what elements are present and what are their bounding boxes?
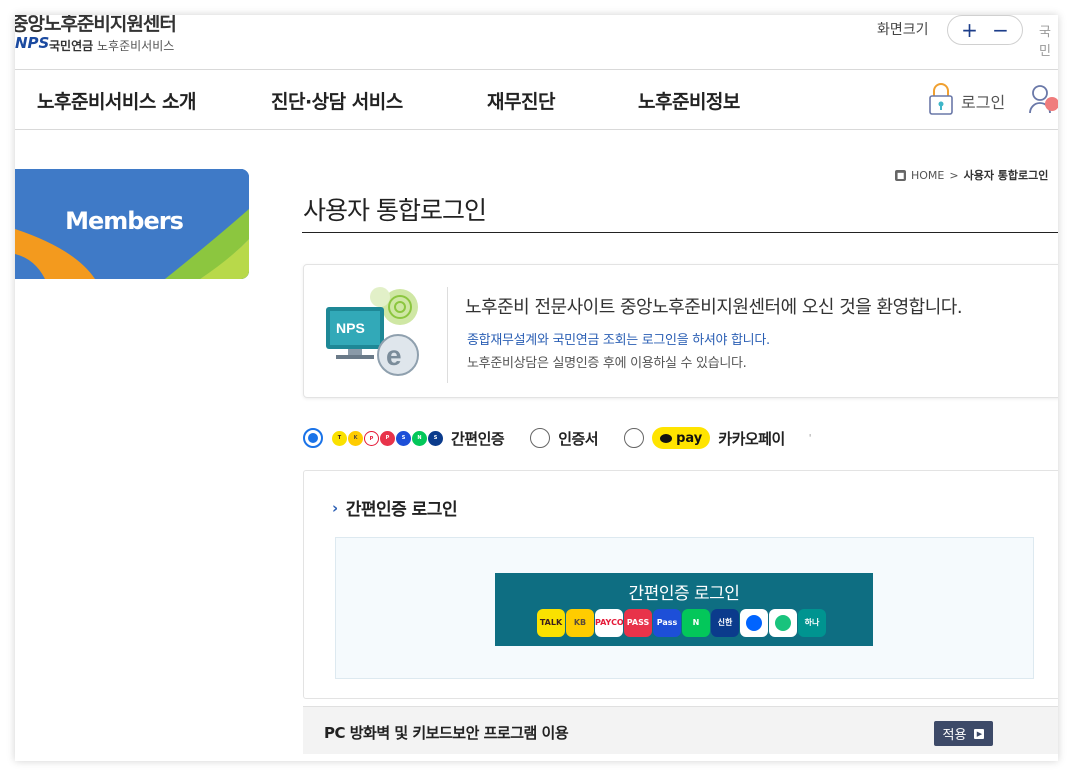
payco-icon: PAYCO [595, 609, 624, 637]
logo-subtitle[interactable]: 국민연금 노후준비서비스 [49, 37, 174, 54]
provider-icon-row: TALK KB PAYCO PASS Pass N 신한 하나 [537, 609, 826, 637]
naver-icon: N [682, 609, 710, 637]
logo-title[interactable]: 중앙노후준비지원센터 [15, 15, 177, 36]
zoom-control: + − [947, 15, 1023, 45]
welcome-notice-verify: 노후준비상담은 실명인증 후에 이용하실 수 있습니다. [467, 356, 747, 371]
zoom-in-button[interactable]: + [961, 20, 978, 40]
members-banner: Members [15, 169, 249, 279]
nav-item-financial-diagnosis[interactable]: 재무진단 [487, 87, 555, 114]
breadcrumb-separator: > [949, 168, 959, 182]
svg-text:e: e [386, 340, 402, 371]
page-title: 사용자 통합로그인 [303, 196, 487, 225]
radio-certificate[interactable] [530, 428, 551, 448]
auth-option-kakaopay[interactable]: pay 카카오페이 [624, 427, 785, 449]
shinhan-icon: 신한 [711, 609, 739, 637]
welcome-title: 노후준비 전문사이트 중앙노후준비지원센터에 오신 것을 환영합니다. [465, 297, 963, 318]
panel-inner-box: 간편인증 로그인 TALK KB PAYCO PASS Pass N 신한 하나 [335, 537, 1034, 679]
toss-icon [740, 609, 768, 637]
easy-auth-login-button[interactable]: 간편인증 로그인 TALK KB PAYCO PASS Pass N 신한 하나 [495, 573, 873, 646]
welcome-box: NPS e 노후준비 전문사이트 중앙노후준비지원센터에 오신 것을 환영합니다… [303, 264, 1058, 398]
payco-mini-icon: P [364, 430, 379, 446]
welcome-notice-login: 종합재무설계와 국민연금 조회는 로그인을 하셔야 합니다. [467, 333, 770, 348]
kakao-bubble-icon [660, 433, 673, 443]
zoom-out-button[interactable]: − [992, 20, 1009, 40]
kb-mini-icon: K [348, 430, 363, 446]
auth-option-easy-label: 간편인증 [451, 429, 505, 448]
main-nav: 노후준비서비스 소개 진단·상담 서비스 재무진단 노후준비정보 로그인 [15, 70, 1058, 130]
auth-option-tail: ' [808, 432, 812, 444]
kakaotalk-mini-icon: T [332, 430, 347, 446]
panel-title: 간편인증 로그인 [345, 500, 458, 520]
auth-method-selector: T K P P S N S 간편인증 인증서 pay 카카오페이 ' [303, 427, 812, 449]
kakaopay-badge: pay [652, 427, 711, 449]
easy-auth-panel: › 간편인증 로그인 간편인증 로그인 TALK KB PAYCO PASS Pass N… [303, 470, 1058, 699]
title-divider [302, 232, 1058, 233]
banner-title: Members [65, 207, 184, 235]
home-icon[interactable]: ■ [895, 169, 906, 181]
zoom-label: 화면크기 [877, 22, 929, 38]
chevron-right-icon: › [332, 498, 338, 517]
kakaopay-badge-text: pay [676, 430, 703, 446]
logo-org: 국민연금 [49, 39, 94, 53]
svg-text:NPS: NPS [336, 320, 365, 336]
radio-easy-auth[interactable] [303, 428, 323, 448]
easy-auth-provider-icons: T K P P S N S [332, 430, 443, 446]
radio-kakaopay[interactable] [624, 428, 645, 448]
welcome-divider [447, 287, 448, 383]
banksalad-icon [769, 609, 797, 637]
language-link[interactable]: 국민 [1039, 21, 1058, 59]
security-program-bar: PC 방화벽 및 키보드보안 프로그램 이용 적용 ▶ [303, 706, 1058, 754]
nps-monitor-icon: NPS e [322, 279, 430, 383]
apply-button-label: 적용 [942, 728, 967, 743]
logo-service: 노후준비서비스 [97, 39, 175, 53]
hana-icon: 하나 [798, 609, 826, 637]
logo-nps-mark[interactable]: NPS [15, 34, 49, 52]
kakaotalk-icon: TALK [537, 609, 565, 637]
auth-option-certificate-label: 인증서 [558, 429, 599, 448]
kb-icon: KB [566, 609, 594, 637]
nav-item-consulting[interactable]: 진단·상담 서비스 [271, 87, 403, 114]
login-label: 로그인 [961, 93, 1006, 112]
lock-icon [927, 82, 955, 120]
user-join-icon[interactable] [1029, 83, 1058, 119]
nav-item-service-intro[interactable]: 노후준비서비스 소개 [37, 87, 196, 114]
arrow-right-icon: ▶ [974, 728, 985, 739]
panel-heading: › 간편인증 로그인 [332, 495, 458, 521]
browser-page: 중앙노후준비지원센터 NPS 국민연금 노후준비서비스 화면크기 + − 국민 … [15, 15, 1058, 761]
security-program-label: PC 방화벽 및 키보드보안 프로그램 이용 [324, 724, 569, 742]
breadcrumb-current: 사용자 통합로그인 [963, 169, 1049, 182]
nav-item-retirement-info[interactable]: 노후준비정보 [638, 87, 740, 114]
auth-option-easy[interactable]: T K P P S N S 간편인증 [303, 428, 505, 449]
naver-mini-icon: N [412, 430, 427, 446]
login-link[interactable]: 로그인 [927, 82, 1005, 120]
breadcrumb-home[interactable]: HOME [911, 169, 944, 182]
shinhan-mini-icon: S [428, 430, 443, 446]
samsung-pass-mini-icon: S [396, 430, 411, 446]
breadcrumb: ■ HOME > 사용자 통합로그인 [895, 167, 1048, 183]
apply-button[interactable]: 적용 ▶ [934, 721, 993, 746]
pass-mini-icon: P [380, 430, 395, 446]
auth-option-kakaopay-label: 카카오페이 [718, 429, 785, 448]
top-bar: 중앙노후준비지원센터 NPS 국민연금 노후준비서비스 화면크기 + − 국민 [15, 15, 1058, 70]
pass-icon: PASS [624, 609, 652, 637]
easy-auth-button-label: 간편인증 로그인 [628, 584, 740, 604]
auth-option-certificate[interactable]: 인증서 [530, 428, 599, 449]
samsung-pass-icon: Pass [653, 609, 681, 637]
